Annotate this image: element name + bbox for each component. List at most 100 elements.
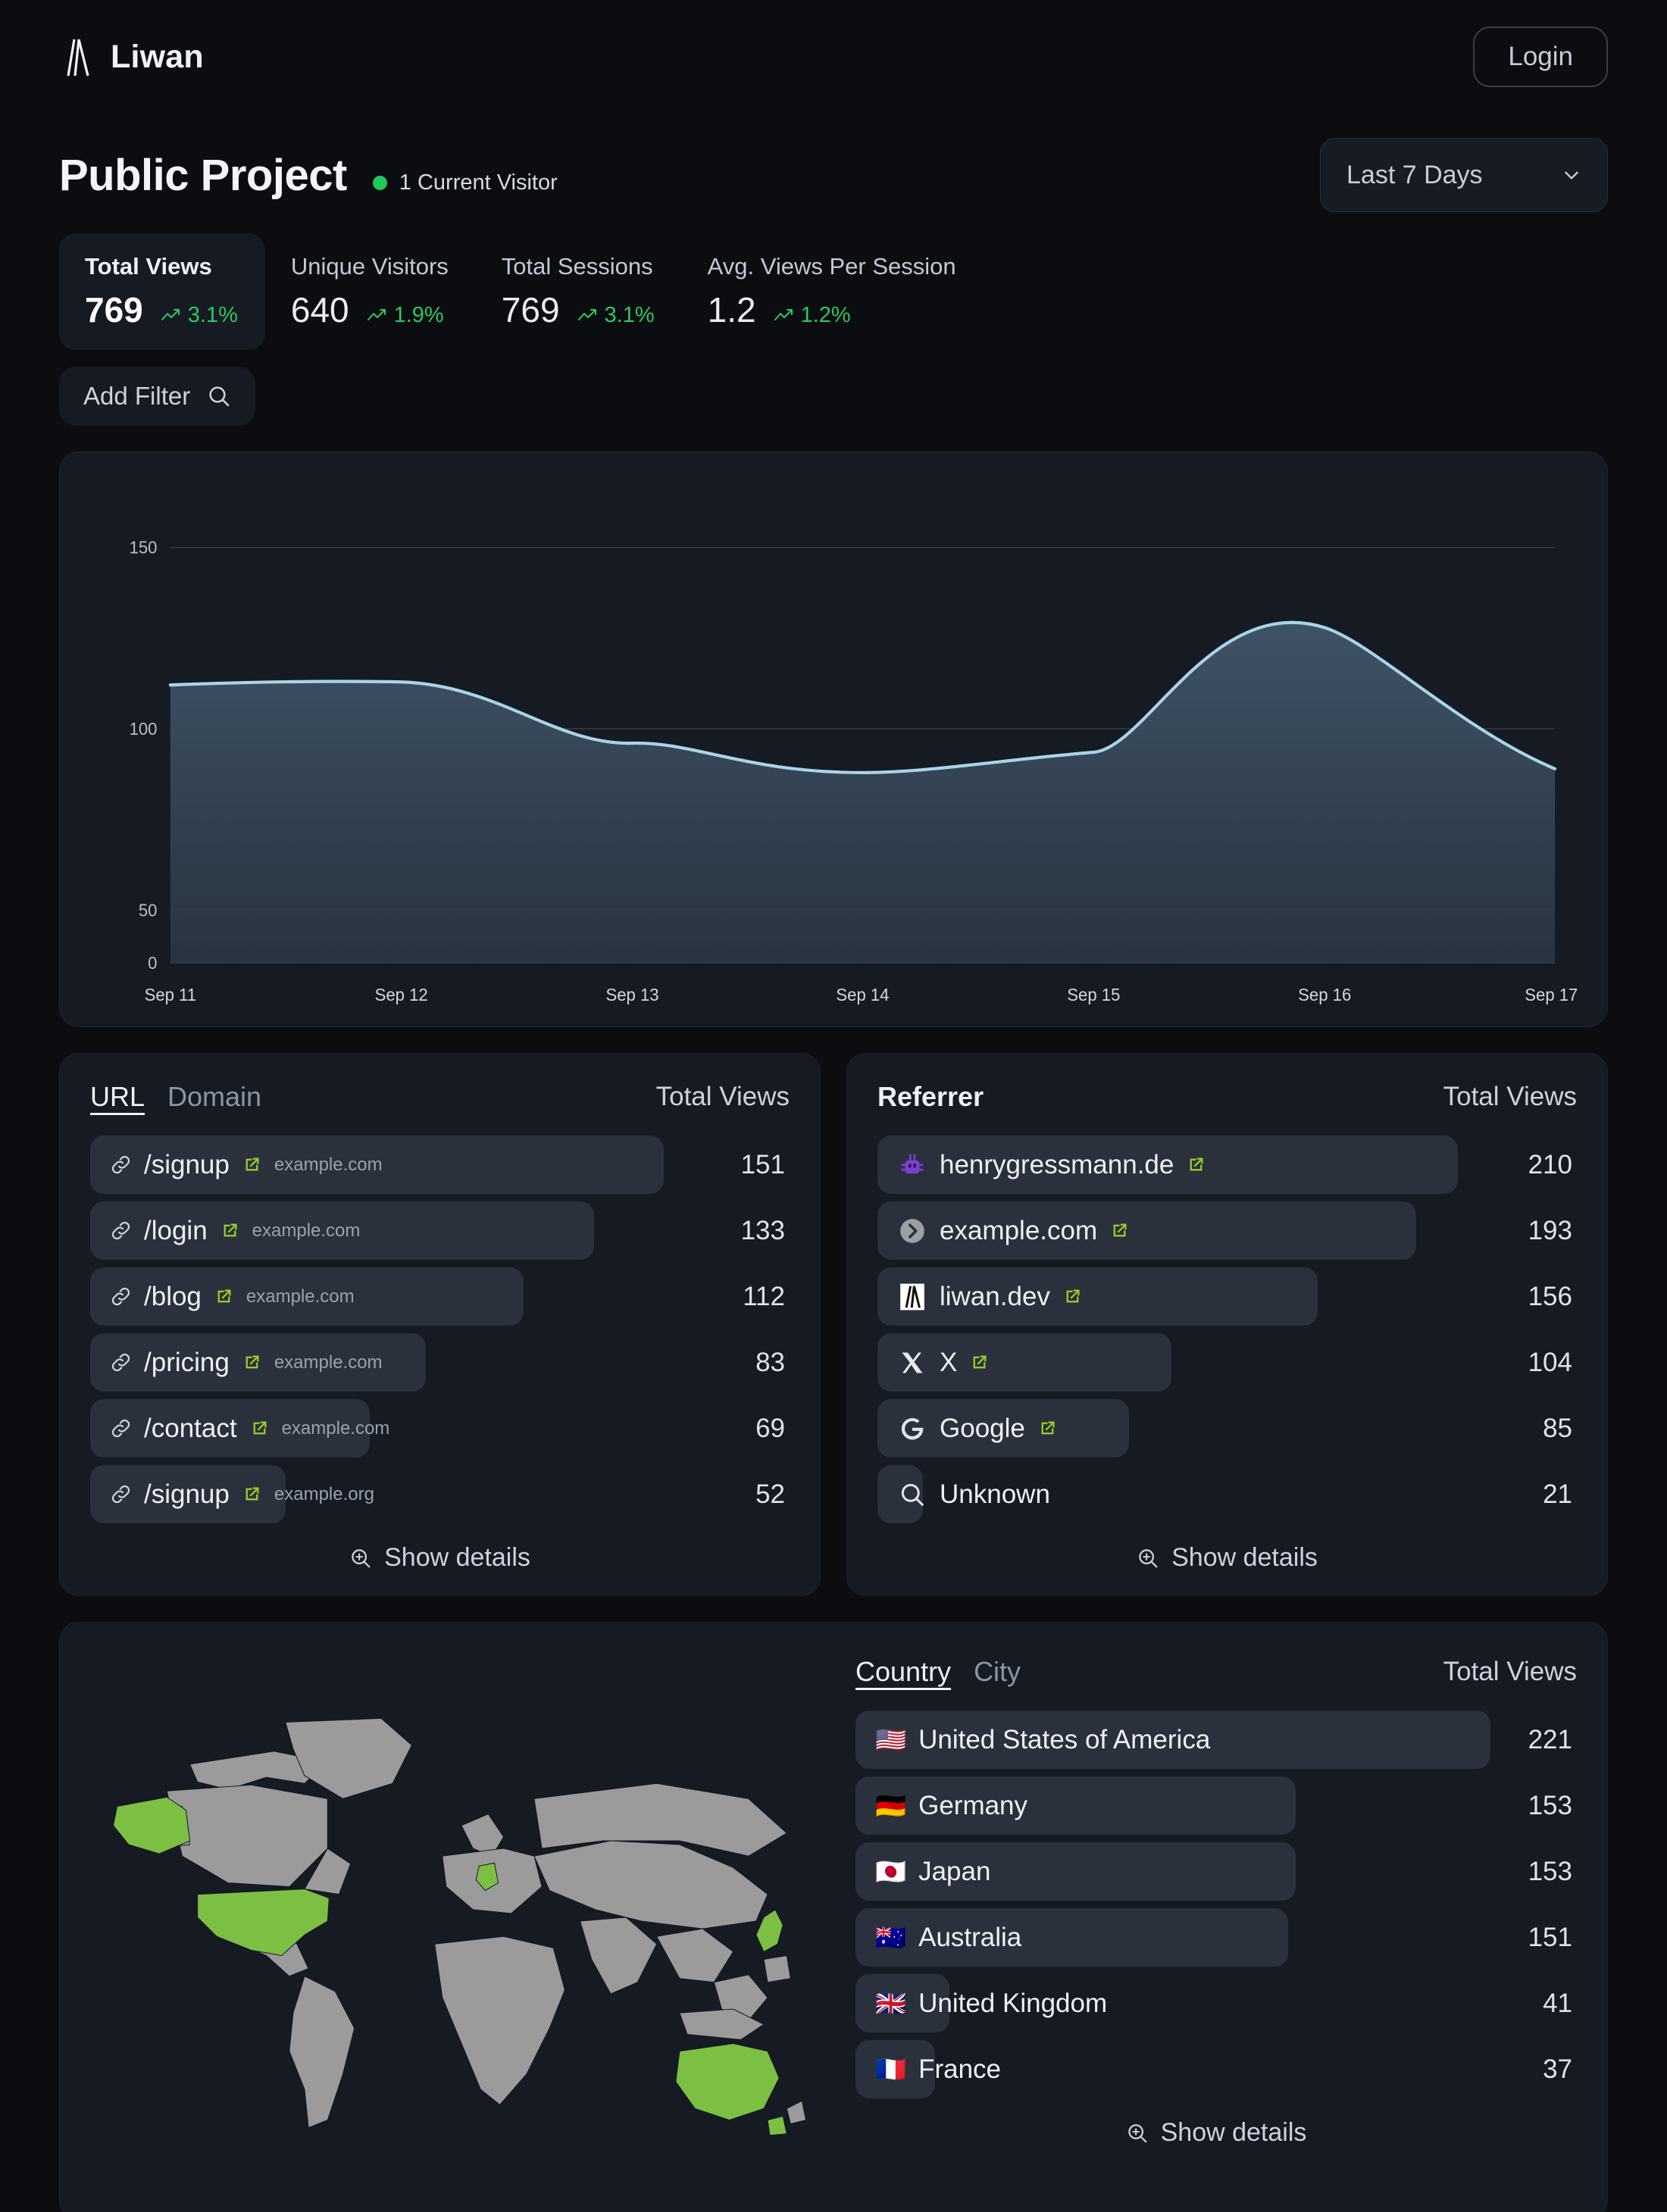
row-sublabel: example.com: [274, 1352, 383, 1373]
table-row[interactable]: 🇬🇧 United Kingdom 41: [855, 1974, 1577, 2032]
link-icon: [110, 1220, 132, 1242]
table-row[interactable]: 🇦🇺 Australia 151: [855, 1908, 1577, 1967]
row-content: Unknown: [877, 1479, 1050, 1510]
x-tick-3: Sep 14: [836, 986, 889, 1004]
map-country-australia: [676, 2044, 779, 2120]
external-link-icon[interactable]: [220, 1220, 240, 1241]
dashboard-page: Liwan Login Public Project 1 Current Vis…: [0, 0, 1667, 2212]
referrer-card-metric-header: Total Views: [1443, 1082, 1577, 1112]
google-g-icon: [897, 1414, 927, 1444]
metric-values: 769 3.1%: [502, 289, 655, 330]
external-link-icon[interactable]: [1109, 1220, 1130, 1241]
link-icon: [110, 1417, 132, 1439]
link-icon: [110, 1483, 132, 1505]
row-label: Australia: [918, 1923, 1021, 1953]
external-link-icon[interactable]: [1062, 1286, 1083, 1307]
metric-total-views[interactable]: Total Views 769 3.1%: [59, 233, 265, 350]
referrer-card-tabs: Referrer: [877, 1081, 984, 1113]
world-map[interactable]: [75, 1648, 840, 2194]
chart-x-axis-labels: Sep 11 Sep 12 Sep 13 Sep 14 Sep 15 Sep 1…: [145, 986, 1577, 1004]
row-value: 153: [1528, 1791, 1577, 1821]
external-link-icon[interactable]: [242, 1484, 262, 1504]
trend-up-icon: [578, 308, 598, 322]
link-icon: [110, 1351, 132, 1373]
table-row[interactable]: /pricing example.com 83: [90, 1333, 790, 1392]
external-link-icon[interactable]: [1037, 1418, 1058, 1439]
row-content: /signup example.com: [90, 1150, 383, 1180]
brand[interactable]: Liwan: [59, 36, 204, 77]
row-label: liwan.dev: [940, 1282, 1050, 1312]
row-label: Japan: [918, 1857, 990, 1887]
row-value: 83: [755, 1348, 790, 1378]
row-label: /contact: [144, 1414, 237, 1444]
table-row[interactable]: 🇩🇪 Germany 153: [855, 1776, 1577, 1835]
zoom-in-icon: [1137, 1547, 1159, 1570]
geo-card: Country City Total Views 🇺🇸 United State…: [59, 1622, 1608, 2212]
table-row[interactable]: Unknown 21: [877, 1465, 1577, 1523]
date-range-select[interactable]: Last 7 Days: [1320, 138, 1608, 212]
tab-country[interactable]: Country: [855, 1656, 951, 1688]
brand-name: Liwan: [111, 39, 204, 76]
row-content: Google: [877, 1414, 1058, 1444]
external-link-icon[interactable]: [242, 1154, 262, 1175]
tab-city[interactable]: City: [974, 1656, 1021, 1688]
metric-delta: 1.2%: [774, 303, 851, 328]
row-label: France: [918, 2054, 1001, 2085]
current-visitors: 1 Current Visitor: [373, 170, 558, 195]
external-link-icon[interactable]: [214, 1286, 234, 1307]
table-row[interactable]: 🇺🇸 United States of America 221: [855, 1711, 1577, 1769]
metric-values: 769 3.1%: [85, 289, 238, 330]
table-row[interactable]: /login example.com 133: [90, 1201, 790, 1260]
row-content: 🇫🇷 France: [855, 2054, 1001, 2085]
bug-avatar-icon: [897, 1150, 927, 1180]
row-value: 104: [1528, 1348, 1577, 1378]
table-row[interactable]: /contact example.com 69: [90, 1399, 790, 1457]
add-filter-button[interactable]: Add Filter: [59, 367, 255, 426]
metric-label: Unique Visitors: [291, 253, 449, 280]
row-value: 193: [1528, 1216, 1577, 1246]
referrer-show-details-label: Show details: [1171, 1543, 1318, 1573]
table-row[interactable]: 🇯🇵 Japan 153: [855, 1842, 1577, 1901]
metric-values: 640 1.9%: [291, 289, 449, 330]
table-row[interactable]: /signup example.org 52: [90, 1465, 790, 1523]
table-row[interactable]: henrygressmann.de 210: [877, 1136, 1577, 1194]
row-label: Germany: [918, 1791, 1027, 1821]
table-row[interactable]: 🇫🇷 France 37: [855, 2040, 1577, 2098]
referrer-card-header: Referrer Total Views: [877, 1081, 1577, 1113]
tab-url[interactable]: URL: [90, 1081, 145, 1113]
row-sublabel: example.com: [274, 1154, 383, 1176]
metric-avg-views-per-session[interactable]: Avg. Views Per Session 1.2 1.2%: [682, 233, 984, 350]
row-label: Google: [940, 1414, 1025, 1444]
table-row[interactable]: /blog example.com 112: [90, 1267, 790, 1326]
metric-unique-visitors[interactable]: Unique Visitors 640 1.9%: [265, 233, 476, 350]
table-row[interactable]: liwan.dev 156: [877, 1267, 1577, 1326]
metric-values: 1.2 1.2%: [708, 289, 956, 330]
table-row[interactable]: /signup example.com 151: [90, 1136, 790, 1194]
row-value: 210: [1528, 1150, 1577, 1180]
views-area-chart[interactable]: 150 100 50 0 Sep 11 Sep 12 Sep 13 Sep 14…: [90, 480, 1577, 1019]
world-map-svg[interactable]: [75, 1648, 840, 2194]
referrer-show-details-button[interactable]: Show details: [877, 1543, 1577, 1573]
metric-total-sessions[interactable]: Total Sessions 769 3.1%: [476, 233, 682, 350]
metric-value: 1.2: [708, 289, 756, 330]
row-content: 🇩🇪 Germany: [855, 1791, 1027, 1821]
external-link-icon[interactable]: [1186, 1154, 1206, 1175]
row-label: henrygressmann.de: [940, 1150, 1174, 1180]
external-link-icon[interactable]: [242, 1352, 262, 1373]
external-link-icon[interactable]: [969, 1352, 990, 1373]
flag-icon: 🇦🇺: [875, 1925, 906, 1950]
tab-domain[interactable]: Domain: [167, 1081, 261, 1113]
login-button[interactable]: Login: [1473, 27, 1608, 87]
external-link-icon[interactable]: [249, 1418, 270, 1439]
row-value: 112: [743, 1282, 790, 1312]
map-country-japan: [756, 1910, 783, 1952]
table-row[interactable]: Google 85: [877, 1399, 1577, 1457]
y-tick-150: 150: [130, 538, 158, 557]
url-show-details-button[interactable]: Show details: [90, 1543, 790, 1573]
table-row[interactable]: example.com 193: [877, 1201, 1577, 1260]
geo-show-details-button[interactable]: Show details: [855, 2118, 1577, 2148]
table-row[interactable]: X 104: [877, 1333, 1577, 1392]
flag-icon: 🇺🇸: [875, 1727, 906, 1752]
tab-referrer[interactable]: Referrer: [877, 1081, 984, 1113]
row-content: /contact example.com: [90, 1414, 389, 1444]
